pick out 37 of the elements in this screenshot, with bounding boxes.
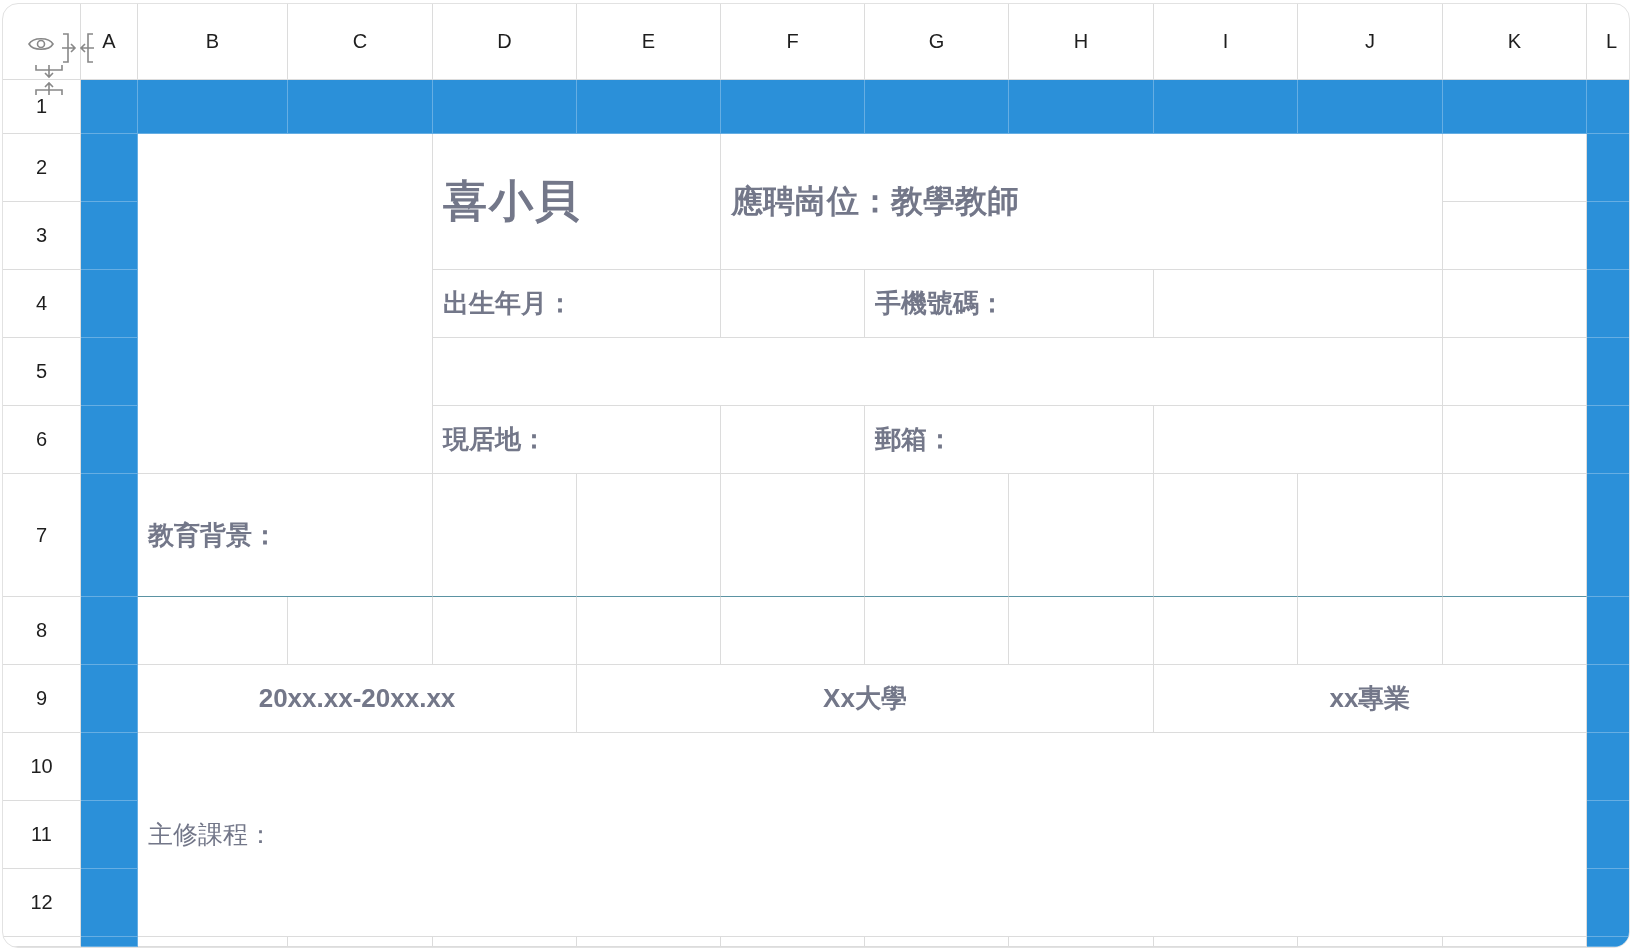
- filled-cell: [1587, 406, 1629, 474]
- filled-cell: [1587, 801, 1629, 869]
- table-cell: Xx大學: [577, 665, 1154, 733]
- filled-cell: [81, 597, 138, 665]
- label-cell: 現居地：: [433, 406, 721, 474]
- label-cell: 出生年月：: [433, 270, 721, 338]
- name-cell: 喜小貝: [433, 134, 721, 270]
- filled-cell: [1587, 338, 1629, 406]
- filled-cell: [81, 338, 138, 406]
- filled-cell: [1587, 134, 1629, 202]
- filled-cell: [1587, 665, 1629, 733]
- filled-cell: [81, 801, 138, 869]
- table-cell: 20xx.xx-20xx.xx: [138, 665, 577, 733]
- position-cell: 應聘崗位：教學教師: [721, 134, 1443, 270]
- filled-cell: [81, 134, 138, 202]
- filled-cell: [1587, 597, 1629, 665]
- filled-cell: [81, 869, 138, 937]
- collapse-columns-icon[interactable]: [61, 32, 95, 64]
- filled-cell: [81, 270, 138, 338]
- label-cell: 教育背景：: [138, 474, 433, 597]
- filled-cell: [1587, 80, 1629, 134]
- filled-cell: [1587, 202, 1629, 270]
- filled-cell: [1587, 270, 1629, 338]
- collapse-rows-icon[interactable]: [34, 64, 64, 96]
- filled-cell: [81, 665, 138, 733]
- label-cell: 主修課程：: [138, 733, 1587, 937]
- table-cell: xx專業: [1154, 665, 1587, 733]
- label-cell: 郵箱：: [865, 406, 1154, 474]
- filled-cell: [81, 733, 138, 801]
- filled-cell: [81, 406, 138, 474]
- filled-cell: [1587, 937, 1629, 947]
- label-cell: 手機號碼：: [865, 270, 1154, 338]
- filled-cell: [81, 937, 138, 947]
- filled-cell: [1587, 733, 1629, 801]
- filled-cell: [81, 202, 138, 270]
- filled-cell: [1587, 869, 1629, 937]
- filled-cell: [81, 80, 138, 134]
